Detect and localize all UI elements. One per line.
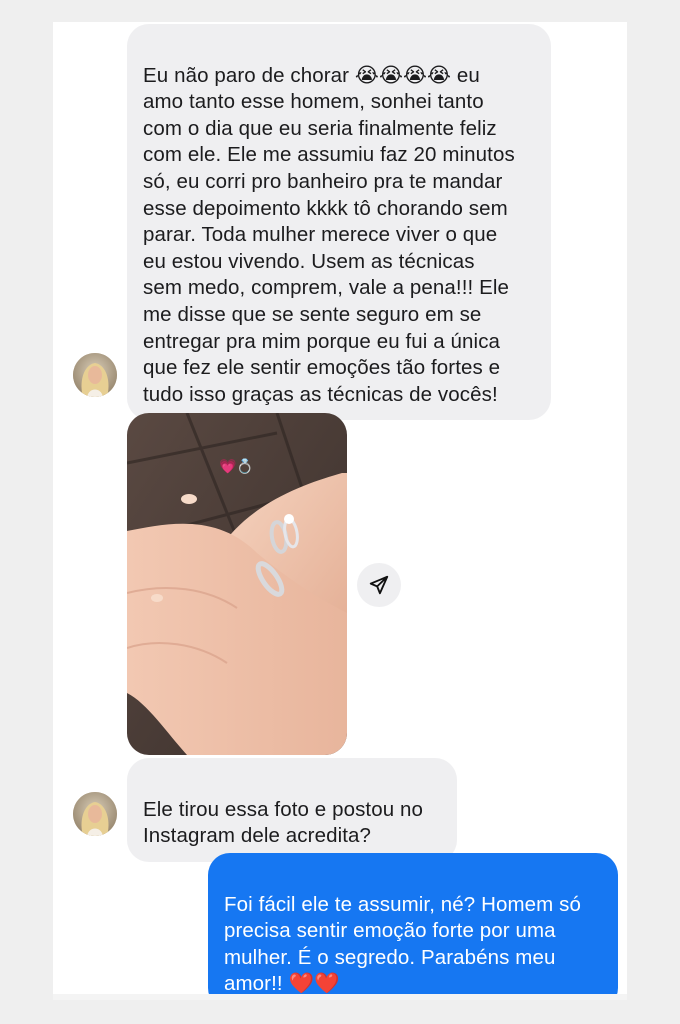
next-message-peek (53, 994, 627, 1000)
ring-hands-photo: 💗💍 (127, 413, 347, 755)
message-text: Foi fácil ele te assumir, né? Homem só p… (224, 892, 581, 996)
outgoing-message-bubble[interactable]: Foi fácil ele te assumir, né? Homem só p… (208, 853, 618, 1000)
incoming-message-bubble[interactable]: Ele tirou essa foto e postou no Instagra… (127, 758, 457, 862)
photo-overlay-emoji: 💗💍 (219, 458, 254, 475)
message-text: Ele tirou essa foto e postou no Instagra… (143, 797, 424, 848)
sender-avatar[interactable] (73, 792, 117, 836)
incoming-message-bubble[interactable]: Eu não paro de chorar 😭😭😭😭 eu amo tanto … (127, 24, 551, 421)
message-text: Eu não paro de chorar 😭😭😭😭 eu amo tanto … (143, 63, 515, 406)
share-button[interactable] (357, 563, 401, 607)
paper-plane-icon (369, 575, 389, 595)
chat-thread: Eu não paro de chorar 😭😭😭😭 eu amo tanto … (53, 22, 627, 1000)
sender-avatar[interactable] (73, 353, 117, 397)
avatar-image (73, 792, 117, 836)
photo-message[interactable]: 💗💍 (127, 413, 347, 755)
avatar-image (73, 353, 117, 397)
